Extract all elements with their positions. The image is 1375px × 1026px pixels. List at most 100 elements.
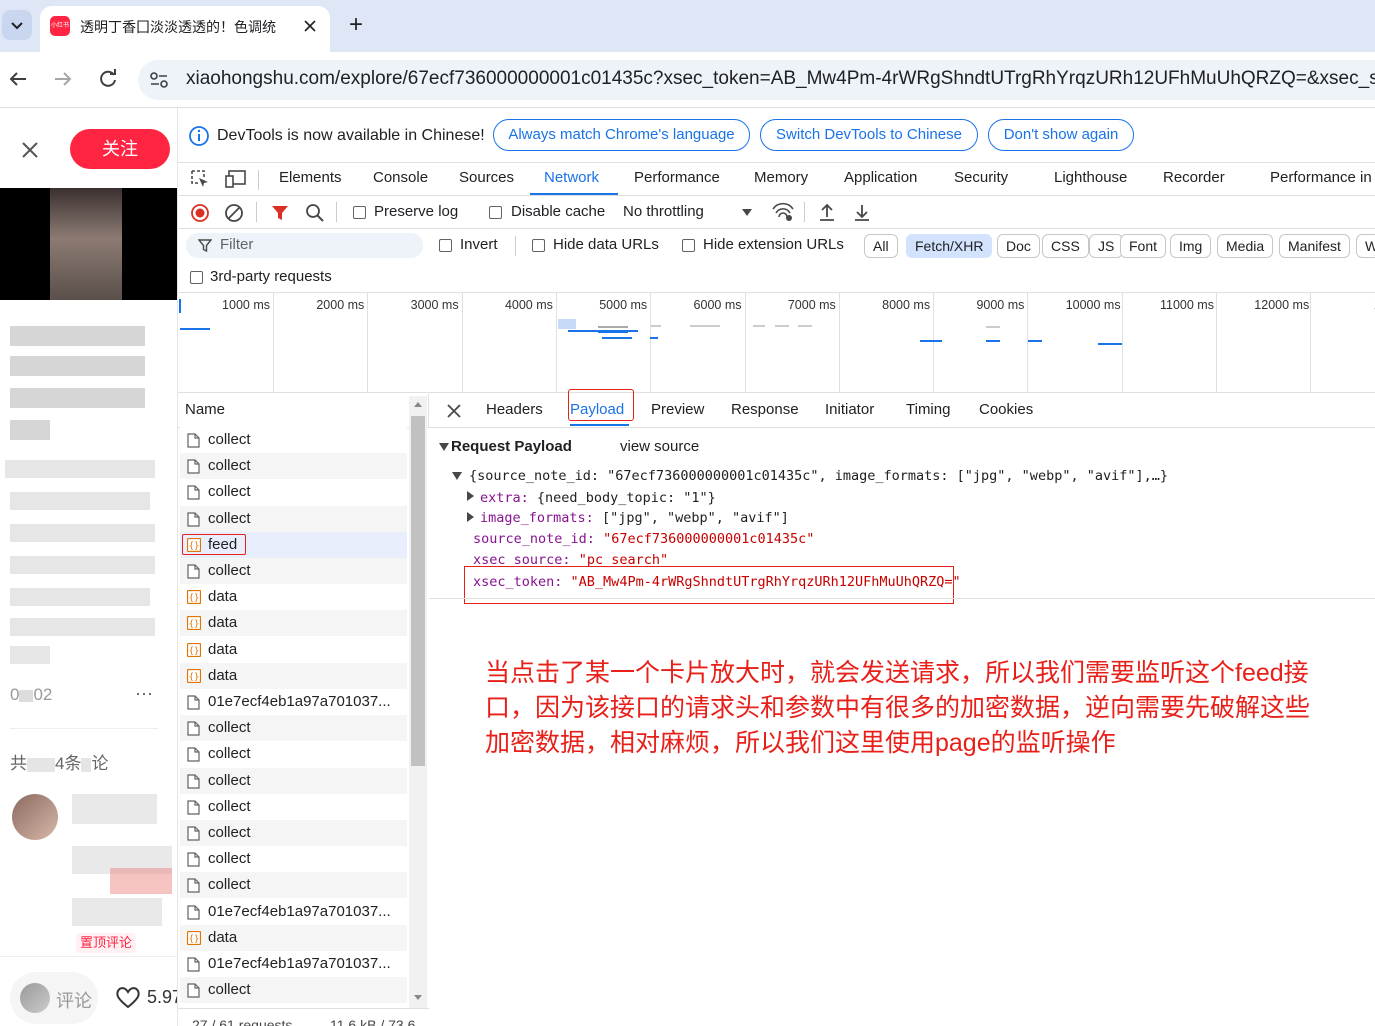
document-icon	[187, 983, 200, 998]
detail-tab-headers[interactable]: Headers	[486, 401, 543, 418]
request-row[interactable]: collect	[180, 820, 407, 846]
tab-performance-in[interactable]: Performance in	[1270, 169, 1372, 186]
collapsed-triangle-icon[interactable]	[466, 491, 475, 501]
follow-button[interactable]: 关注	[70, 129, 170, 169]
reload-icon[interactable]	[96, 67, 120, 91]
hide-data-urls-checkbox[interactable]	[532, 239, 545, 252]
request-row[interactable]: collect	[180, 793, 407, 820]
request-row[interactable]: collect	[180, 846, 407, 873]
tab-lighthouse[interactable]: Lighthouse	[1054, 169, 1127, 186]
filter-chip-w[interactable]: W	[1356, 234, 1375, 258]
detail-tab-initiator[interactable]: Initiator	[825, 401, 874, 418]
request-row[interactable]: {} data	[180, 662, 407, 689]
request-row[interactable]: 01e7ecf4eb1a97a701037...	[180, 898, 407, 925]
dropdown-arrow-icon[interactable]	[741, 208, 753, 218]
search-icon[interactable]	[305, 203, 325, 223]
expand-triangle-icon[interactable]	[439, 442, 449, 452]
always-match-language-button[interactable]: Always match Chrome's language	[493, 119, 750, 151]
request-row[interactable]: collect	[180, 715, 407, 742]
heart-icon[interactable]	[114, 984, 142, 1010]
status-bar: 27 / 61 requests 11.6 kB / 73.6	[178, 1008, 429, 1026]
hide-extension-urls-checkbox[interactable]	[682, 239, 695, 252]
tab-security[interactable]: Security	[954, 169, 1008, 186]
request-row[interactable]: collect	[180, 872, 407, 899]
url-text[interactable]: xiaohongshu.com/explore/67ecf73600000000…	[186, 68, 1375, 90]
device-toolbar-icon[interactable]	[224, 168, 248, 190]
more-options-button[interactable]: ···	[135, 683, 153, 704]
tab-memory[interactable]: Memory	[754, 169, 808, 186]
throttling-select[interactable]: No throttling	[623, 203, 704, 220]
filter-funnel-icon[interactable]	[271, 204, 289, 222]
scroll-down-icon[interactable]	[413, 994, 423, 1002]
close-icon[interactable]	[20, 140, 40, 160]
request-row[interactable]: collect	[180, 505, 407, 532]
collapsed-triangle-icon[interactable]	[466, 512, 475, 522]
export-har-icon[interactable]	[853, 202, 871, 222]
filter-chip-media[interactable]: Media	[1217, 234, 1274, 258]
inspect-element-icon[interactable]	[190, 169, 210, 189]
comment-button[interactable]: 评论	[10, 972, 98, 1024]
filter-chip-manifest[interactable]: Manifest	[1279, 234, 1350, 258]
disable-cache-checkbox[interactable]	[489, 206, 502, 219]
request-row[interactable]: collect	[180, 558, 407, 584]
detail-tab-preview[interactable]: Preview	[651, 401, 704, 418]
filter-input[interactable]: Filter	[186, 233, 423, 258]
detail-tab-timing[interactable]: Timing	[906, 401, 950, 418]
tab-console[interactable]: Console	[373, 169, 428, 186]
request-row[interactable]: collect	[180, 741, 407, 768]
request-row[interactable]: {} data	[180, 584, 407, 611]
request-row[interactable]: collect	[180, 767, 407, 794]
filter-chip-all[interactable]: All	[864, 234, 898, 258]
tab-search-button[interactable]	[2, 10, 32, 40]
switch-to-chinese-button[interactable]: Switch DevTools to Chinese	[760, 119, 978, 151]
expand-triangle-icon[interactable]	[452, 471, 462, 481]
filter-chip-img[interactable]: Img	[1170, 234, 1212, 258]
dont-show-again-button[interactable]: Don't show again	[988, 119, 1134, 151]
name-column-header[interactable]: Name	[185, 401, 225, 418]
request-row[interactable]: 01e7ecf4eb1a97a701037...	[180, 689, 407, 715]
new-tab-button[interactable]: +	[344, 10, 368, 40]
filter-chip-font[interactable]: Font	[1120, 234, 1167, 258]
request-row[interactable]: collect	[180, 479, 407, 506]
detail-tab-response[interactable]: Response	[731, 401, 799, 418]
clear-icon[interactable]	[224, 203, 244, 223]
import-har-icon[interactable]	[818, 202, 836, 222]
filter-chip-doc[interactable]: Doc	[997, 234, 1040, 258]
close-detail-icon[interactable]	[446, 403, 462, 419]
preserve-log-checkbox[interactable]	[353, 206, 366, 219]
tab-network[interactable]: Network	[544, 169, 599, 186]
request-row[interactable]: collect	[180, 977, 407, 1004]
close-tab-icon[interactable]	[302, 18, 318, 34]
request-row[interactable]: {} data	[180, 636, 407, 663]
request-row[interactable]: {} data	[180, 610, 407, 637]
request-row[interactable]: collect	[180, 427, 407, 453]
request-list-scrollbar[interactable]	[409, 396, 427, 1008]
tab-performance[interactable]: Performance	[634, 169, 720, 186]
invert-checkbox[interactable]	[439, 239, 452, 252]
view-source-link[interactable]: view source	[620, 438, 699, 455]
forward-arrow-icon[interactable]	[51, 68, 75, 90]
request-row[interactable]: 01e7ecf4eb1a97a701037...	[180, 951, 407, 977]
filter-chip-css[interactable]: CSS	[1042, 234, 1089, 258]
network-conditions-icon[interactable]	[771, 202, 795, 222]
back-arrow-icon[interactable]	[6, 68, 30, 90]
third-party-checkbox[interactable]	[190, 271, 203, 284]
filter-chip-js[interactable]: JS	[1089, 234, 1124, 258]
request-row[interactable]: collect	[180, 453, 407, 480]
site-info-icon[interactable]	[148, 70, 170, 90]
note-image[interactable]	[0, 188, 177, 300]
scrollbar-thumb[interactable]	[411, 416, 425, 766]
tab-application[interactable]: Application	[844, 169, 917, 186]
feed-highlight	[182, 533, 246, 555]
browser-tab[interactable]: 小红书 透明丁香囗淡淡透透的！色调统	[40, 6, 330, 52]
tab-sources[interactable]: Sources	[459, 169, 514, 186]
request-row-selected[interactable]: {} feed	[180, 531, 407, 558]
detail-tab-cookies[interactable]: Cookies	[979, 401, 1033, 418]
tab-elements[interactable]: Elements	[279, 169, 342, 186]
filter-chip-fetch-xhr[interactable]: Fetch/XHR	[906, 234, 993, 258]
scroll-up-icon[interactable]	[413, 400, 423, 408]
commenter-avatar[interactable]	[12, 794, 58, 840]
request-row[interactable]: {} data	[180, 924, 407, 951]
tab-recorder[interactable]: Recorder	[1163, 169, 1225, 186]
record-stop-icon[interactable]	[190, 203, 210, 223]
